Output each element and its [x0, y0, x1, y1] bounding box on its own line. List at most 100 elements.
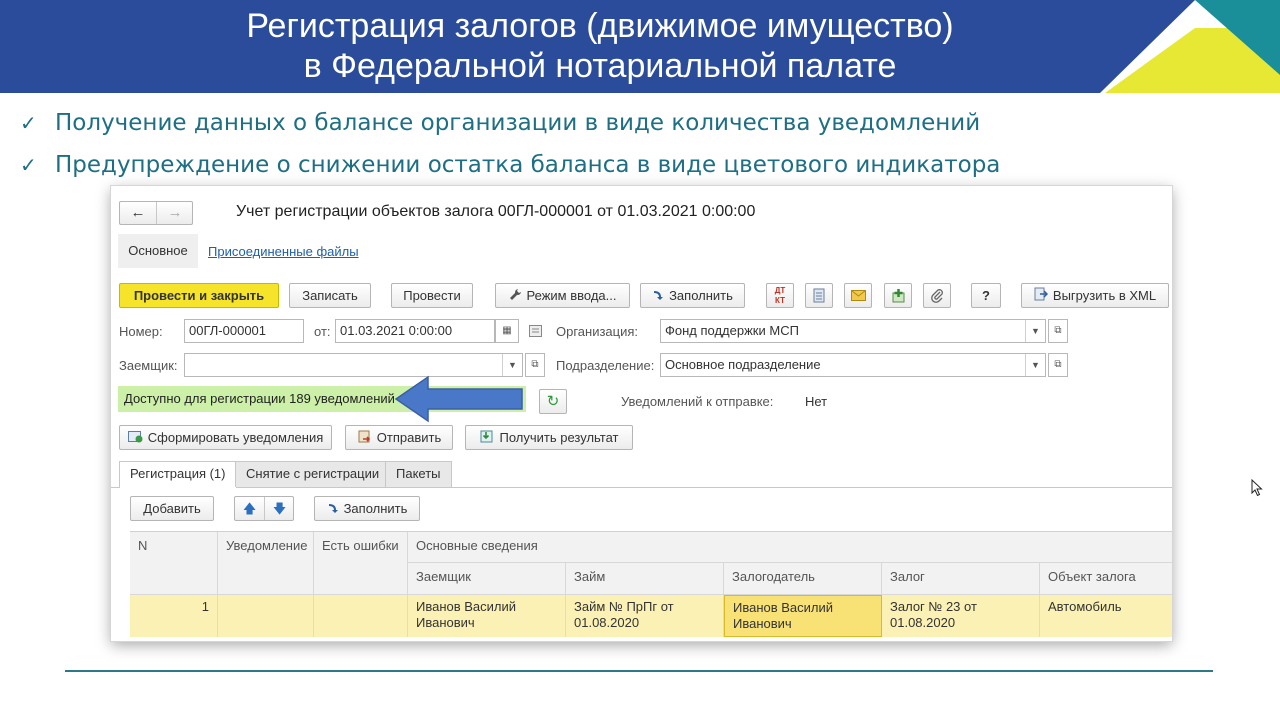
- cell-borrower: Иванов Василий Иванович: [408, 595, 566, 637]
- add-button[interactable]: Добавить: [130, 496, 214, 521]
- bullet-text: Предупреждение о снижении остатка баланс…: [55, 152, 1001, 178]
- calendar-icon[interactable]: ▦: [495, 319, 519, 343]
- arrow-down-icon[interactable]: 🡇: [265, 497, 294, 520]
- chevron-down-icon[interactable]: ▼: [502, 354, 522, 376]
- cell-errors: [314, 595, 408, 637]
- number-field[interactable]: 00ГЛ-000001: [184, 319, 304, 343]
- export-icon: [1034, 285, 1048, 308]
- post-button[interactable]: Провести: [391, 283, 473, 308]
- app-window: ← → Учет регистрации объектов залога 00Г…: [111, 186, 1172, 641]
- cell-notice: [218, 595, 314, 637]
- tab-main[interactable]: Основное: [118, 234, 198, 268]
- export-xml-button[interactable]: Выгрузить в XML: [1021, 283, 1169, 308]
- document-icon: [529, 325, 542, 340]
- slide-title: Регистрация залогов (движимое имущество)…: [0, 6, 1200, 86]
- input-mode-button[interactable]: Режим ввода...: [495, 283, 630, 308]
- department-label: Подразделение:: [556, 358, 655, 373]
- column-header[interactable]: Уведомление: [218, 532, 314, 595]
- arrow-up-icon[interactable]: 🡅: [235, 497, 265, 520]
- paperclip-icon[interactable]: [923, 283, 951, 308]
- nav-buttons: ← →: [119, 201, 193, 225]
- tabs-divider: [111, 487, 1172, 488]
- checkmark-icon: ✓: [20, 111, 37, 135]
- corner-decoration: [1100, 0, 1280, 93]
- generate-icon: [127, 427, 143, 450]
- organization-value: Фонд поддержки МСП: [665, 323, 799, 338]
- bullet-list: ✓ Получение данных о балансе организации …: [20, 102, 1000, 186]
- table-fill-button[interactable]: Заполнить: [314, 496, 420, 521]
- slide-divider: [65, 670, 1213, 672]
- balance-indicator-text: Доступно для регистрации 189 уведомлений: [124, 391, 395, 406]
- write-button[interactable]: Записать: [289, 283, 371, 308]
- organization-label: Организация:: [556, 324, 639, 339]
- checkmark-icon: ✓: [20, 153, 37, 177]
- help-button[interactable]: ?: [971, 283, 1001, 308]
- number-label: Номер:: [119, 324, 163, 339]
- borrower-label: Заемщик:: [119, 358, 178, 373]
- table-fill-label: Заполнить: [343, 501, 408, 516]
- slide-title-line2: в Федеральной нотариальной палате: [303, 47, 897, 85]
- registration-table: N Уведомление Есть ошибки Основные сведе…: [130, 531, 1172, 641]
- move-buttons: 🡅 🡇: [234, 496, 294, 521]
- send-label: Отправить: [376, 430, 442, 445]
- column-header[interactable]: Есть ошибки: [314, 532, 408, 595]
- bullet-item: ✓ Предупреждение о снижении остатка балан…: [20, 144, 1000, 186]
- tab-deregistration[interactable]: Снятие с регистрации: [235, 461, 391, 487]
- cell-pledgor[interactable]: Иванов Василий Иванович: [724, 595, 882, 637]
- input-mode-label: Режим ввода...: [526, 288, 617, 303]
- get-result-icon: [480, 427, 495, 450]
- fill-arrow-icon: [327, 498, 339, 521]
- column-group-header: Основные сведения: [408, 532, 1172, 563]
- window-title: Учет регистрации объектов залога 00ГЛ-00…: [236, 203, 756, 220]
- column-header[interactable]: Залог: [882, 563, 1040, 595]
- department-field[interactable]: Основное подразделение ▼: [660, 353, 1046, 377]
- cell-loan: Займ № ПрПг от 01.08.2020: [566, 595, 724, 637]
- bullet-item: ✓ Получение данных о балансе организации …: [20, 102, 1000, 144]
- generate-notices-label: Сформировать уведомления: [147, 430, 324, 445]
- back-arrow-icon[interactable]: ←: [120, 202, 157, 224]
- column-header[interactable]: Займ: [566, 563, 724, 595]
- slide-title-line1: Регистрация залогов (движимое имущество): [246, 7, 954, 45]
- dt-kt-icon[interactable]: ДТ КТ: [766, 283, 794, 308]
- mouse-cursor-icon: [1251, 479, 1263, 497]
- cell-pledge: Залог № 23 от 01.08.2020: [882, 595, 1040, 637]
- chevron-down-icon[interactable]: ▼: [1025, 354, 1045, 376]
- column-header[interactable]: Объект залога: [1040, 563, 1172, 595]
- cell-object: Автомобиль: [1040, 595, 1172, 637]
- column-header[interactable]: Залогодатель: [724, 563, 882, 595]
- department-value: Основное подразделение: [665, 357, 821, 372]
- tab-packages[interactable]: Пакеты: [385, 461, 452, 487]
- tab-registration[interactable]: Регистрация (1): [119, 461, 237, 488]
- date-field[interactable]: 01.03.2021 0:00:00: [335, 319, 495, 343]
- column-header[interactable]: Заемщик: [408, 563, 566, 595]
- open-icon[interactable]: ⧉: [1048, 319, 1068, 343]
- forward-arrow-icon[interactable]: →: [157, 202, 193, 224]
- arrow-left-icon: [394, 375, 523, 423]
- get-result-button[interactable]: Получить результат: [465, 425, 633, 450]
- open-icon[interactable]: ⧉: [1048, 353, 1068, 377]
- tab-attached-files[interactable]: Присоединенные файлы: [208, 244, 359, 259]
- get-result-label: Получить результат: [499, 430, 619, 445]
- bullet-text: Получение данных о балансе организации в…: [55, 110, 981, 136]
- slide-header: Регистрация залогов (движимое имущество)…: [0, 0, 1280, 93]
- envelope-icon[interactable]: [844, 283, 872, 308]
- send-icon: [357, 427, 372, 450]
- refresh-icon[interactable]: ↻: [539, 389, 567, 414]
- export-xml-label: Выгрузить в XML: [1052, 288, 1157, 303]
- fill-button[interactable]: Заполнить: [640, 283, 745, 308]
- fill-label: Заполнить: [669, 288, 733, 303]
- post-and-close-button[interactable]: Провести и закрыть: [119, 283, 279, 308]
- report-icon[interactable]: [805, 283, 833, 308]
- organization-field[interactable]: Фонд поддержки МСП ▼: [660, 319, 1046, 343]
- chevron-down-icon[interactable]: ▼: [1025, 320, 1045, 342]
- borrower-field[interactable]: ▼: [184, 353, 523, 377]
- generate-notices-button[interactable]: Сформировать уведомления: [119, 425, 332, 450]
- open-icon[interactable]: ⧉: [525, 353, 545, 377]
- cell-number: 1: [130, 595, 218, 637]
- column-header[interactable]: N: [130, 532, 218, 595]
- add-structure-icon[interactable]: [884, 283, 912, 308]
- notices-to-send-label: Уведомлений к отправке:: [621, 394, 774, 409]
- wrench-icon: [509, 285, 522, 308]
- date-label: от:: [314, 324, 331, 339]
- send-button[interactable]: Отправить: [345, 425, 453, 450]
